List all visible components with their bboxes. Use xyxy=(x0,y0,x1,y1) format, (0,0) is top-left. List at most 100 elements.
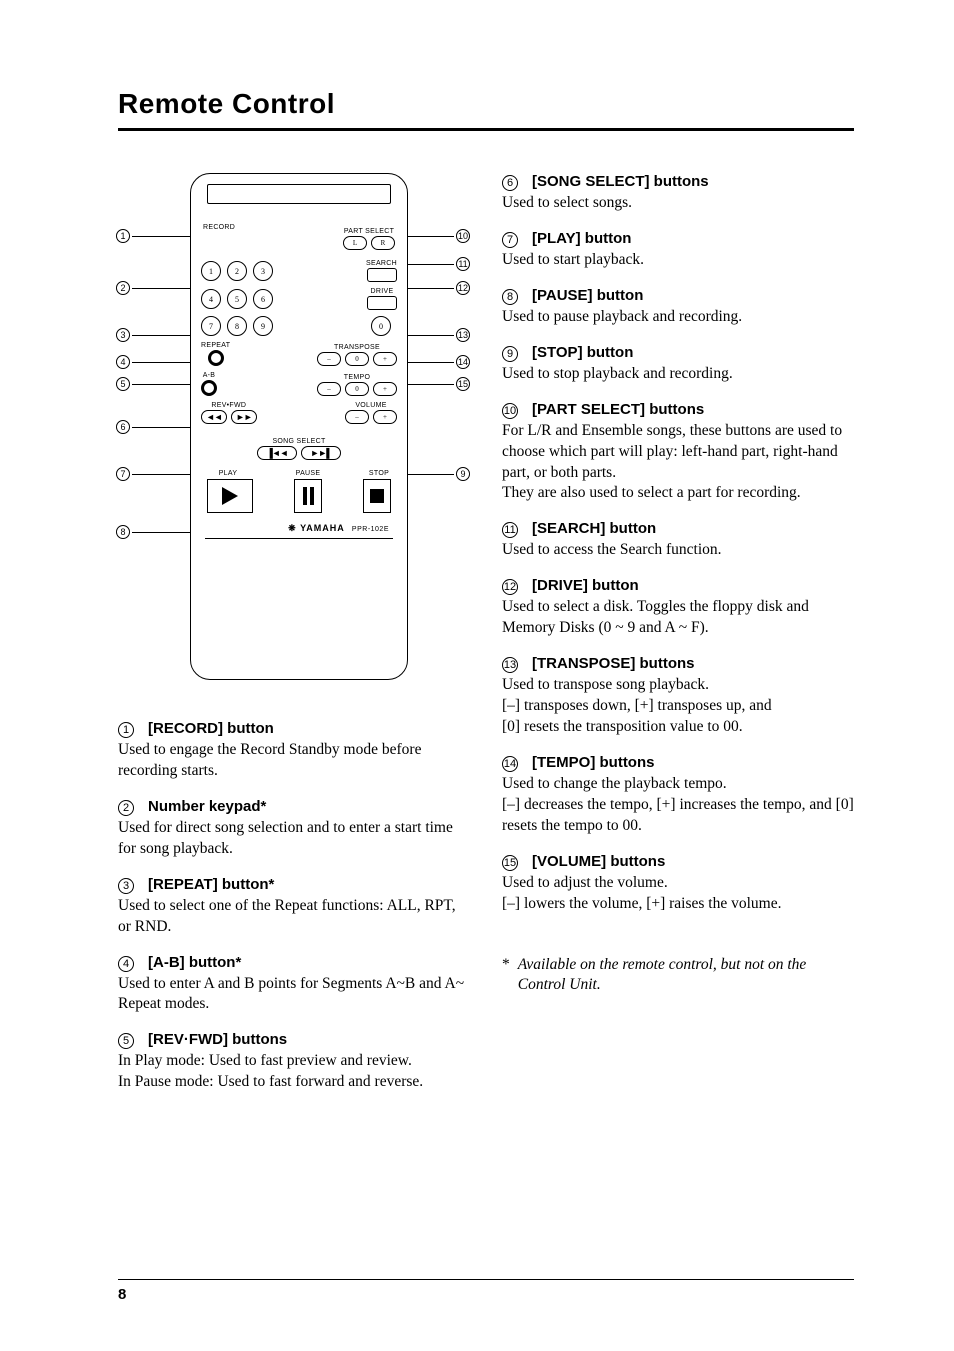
volume-plus-button[interactable]: + xyxy=(373,410,397,424)
item-number: 15 xyxy=(502,855,518,871)
description-item: 13 [TRANSPOSE] buttons Used to transpose s… xyxy=(502,655,854,738)
callout-15: 15 xyxy=(456,377,470,391)
num-2-button[interactable]: 2 xyxy=(227,261,247,281)
part-l-button[interactable]: L xyxy=(343,236,367,250)
callout-12: 12 xyxy=(456,281,470,295)
search-button[interactable] xyxy=(367,268,397,282)
num-9-button[interactable]: 9 xyxy=(253,316,273,336)
stop-label: STOP xyxy=(365,470,393,477)
item-title: [TEMPO] buttons xyxy=(532,754,654,771)
description-item: 7[PLAY] buttonUsed to start playback. xyxy=(502,230,854,271)
part-select-label: PART SELECT xyxy=(344,228,394,235)
transpose-plus-button[interactable]: + xyxy=(373,352,397,366)
num-0-button[interactable]: 0 xyxy=(371,316,391,336)
item-body: Used to pause playback and recording. xyxy=(502,307,854,328)
item-number: 12 xyxy=(502,579,518,595)
item-number: 2 xyxy=(118,800,134,816)
num-6-button[interactable]: 6 xyxy=(253,289,273,309)
item-title: [SEARCH] button xyxy=(532,520,656,537)
item-body: Used to select one of the Repeat functio… xyxy=(118,896,470,938)
item-number: 6 xyxy=(502,175,518,191)
ab-button[interactable] xyxy=(201,380,217,396)
item-title: [TRANSPOSE] buttons xyxy=(532,655,695,672)
record-button[interactable] xyxy=(208,232,230,254)
item-number: 11 xyxy=(502,522,518,538)
item-number: 1 xyxy=(118,722,134,738)
pause-button[interactable] xyxy=(294,479,322,513)
item-body: Used to enter A and B points for Segment… xyxy=(118,974,470,1016)
num-5-button[interactable]: 5 xyxy=(227,289,247,309)
description-item: 1 [RECORD] button Used to engage the Recor… xyxy=(118,720,470,782)
callout-2: 2 xyxy=(116,281,130,295)
description-item: 3[REPEAT] button*Used to select one of t… xyxy=(118,876,470,938)
volume-minus-button[interactable]: – xyxy=(345,410,369,424)
item-title: [VOLUME] buttons xyxy=(532,853,665,870)
brand-text: YAMAHA xyxy=(300,523,344,533)
brand-area: ❋ YAMAHA PPR-102E xyxy=(201,523,389,534)
item-title: [SONG SELECT] buttons xyxy=(532,173,709,190)
drive-button[interactable] xyxy=(367,296,397,310)
callout-9: 9 xyxy=(456,467,470,481)
item-title: [REV·FWD] buttons xyxy=(148,1031,287,1048)
item-number: 13 xyxy=(502,657,518,673)
transpose-zero-button[interactable]: 0 xyxy=(345,352,369,366)
description-item: 5 [REV·FWD] buttons In Play mode: Used to … xyxy=(118,1031,470,1093)
num-4-button[interactable]: 4 xyxy=(201,289,221,309)
item-number: 5 xyxy=(118,1033,134,1049)
remote-diagram: 1 2 3 4 5 6 7 8 1 0 11 xyxy=(118,173,470,680)
transpose-minus-button[interactable]: – xyxy=(317,352,341,366)
item-number: 9 xyxy=(502,346,518,362)
callout-5: 5 xyxy=(116,377,130,391)
callout-14: 14 xyxy=(456,355,470,369)
rev-button[interactable]: ◄◄ xyxy=(201,410,227,424)
item-number: 7 xyxy=(502,232,518,248)
footnote-text: Available on the remote control, but not… xyxy=(518,955,854,997)
tempo-minus-button[interactable]: – xyxy=(317,382,341,396)
callout-11: 11 xyxy=(456,257,470,271)
callout-1: 1 xyxy=(116,229,130,243)
part-r-button[interactable]: R xyxy=(371,236,395,250)
description-item: 11 [SEARCH] button Used to access the Sear… xyxy=(502,520,854,561)
ab-label: A-B xyxy=(203,372,216,379)
item-body: Used to access the Search function. xyxy=(502,540,854,561)
description-item: 8[PAUSE] buttonUsed to pause playback an… xyxy=(502,287,854,328)
ir-window xyxy=(207,184,391,204)
description-item: 9[STOP] buttonUsed to stop playback and … xyxy=(502,344,854,385)
transpose-label: TRANSPOSE xyxy=(334,344,380,351)
callout-6: 6 xyxy=(116,420,130,434)
play-label: PLAY xyxy=(205,470,251,477)
item-body: Used to transpose song playback.[–] tran… xyxy=(502,675,854,738)
item-body: In Play mode: Used to fast preview and r… xyxy=(118,1051,470,1093)
footnote: * Available on the remote control, but n… xyxy=(502,955,854,997)
play-button[interactable] xyxy=(207,479,253,513)
tempo-plus-button[interactable]: + xyxy=(373,382,397,396)
stop-button[interactable] xyxy=(363,479,391,513)
item-title: [RECORD] button xyxy=(148,720,274,737)
description-item: 2Number keypad*Used for direct song sele… xyxy=(118,798,470,860)
item-body: Used to start playback. xyxy=(502,250,854,271)
items-left: 1 [RECORD] button Used to engage the Recor… xyxy=(118,720,470,1093)
song-next-button[interactable]: ►►▌ xyxy=(301,446,341,460)
pause-icon xyxy=(303,487,307,505)
title-divider xyxy=(118,128,854,131)
model-text: PPR-102E xyxy=(352,526,389,533)
stop-icon xyxy=(370,489,384,503)
song-prev-button[interactable]: ▐◄◄ xyxy=(257,446,297,460)
num-8-button[interactable]: 8 xyxy=(227,316,247,336)
description-item: 10[PART SELECT] buttonsFor L/R and Ensem… xyxy=(502,401,854,505)
fwd-button[interactable]: ►► xyxy=(231,410,257,424)
callout-8: 8 xyxy=(116,525,130,539)
item-title: Number keypad* xyxy=(148,798,266,815)
item-number: 14 xyxy=(502,756,518,772)
num-1-button[interactable]: 1 xyxy=(201,261,221,281)
num-7-button[interactable]: 7 xyxy=(201,316,221,336)
callout-13: 13 xyxy=(456,328,470,342)
num-3-button[interactable]: 3 xyxy=(253,261,273,281)
items-right: 6[SONG SELECT] buttonsUsed to select son… xyxy=(502,173,854,915)
repeat-button[interactable] xyxy=(208,350,224,366)
item-body: Used to engage the Record Standby mode b… xyxy=(118,740,470,782)
tempo-zero-button[interactable]: 0 xyxy=(345,382,369,396)
song-select-label: SONG SELECT xyxy=(272,438,325,445)
search-label: SEARCH xyxy=(366,260,397,267)
item-body: Used to stop playback and recording. xyxy=(502,364,854,385)
